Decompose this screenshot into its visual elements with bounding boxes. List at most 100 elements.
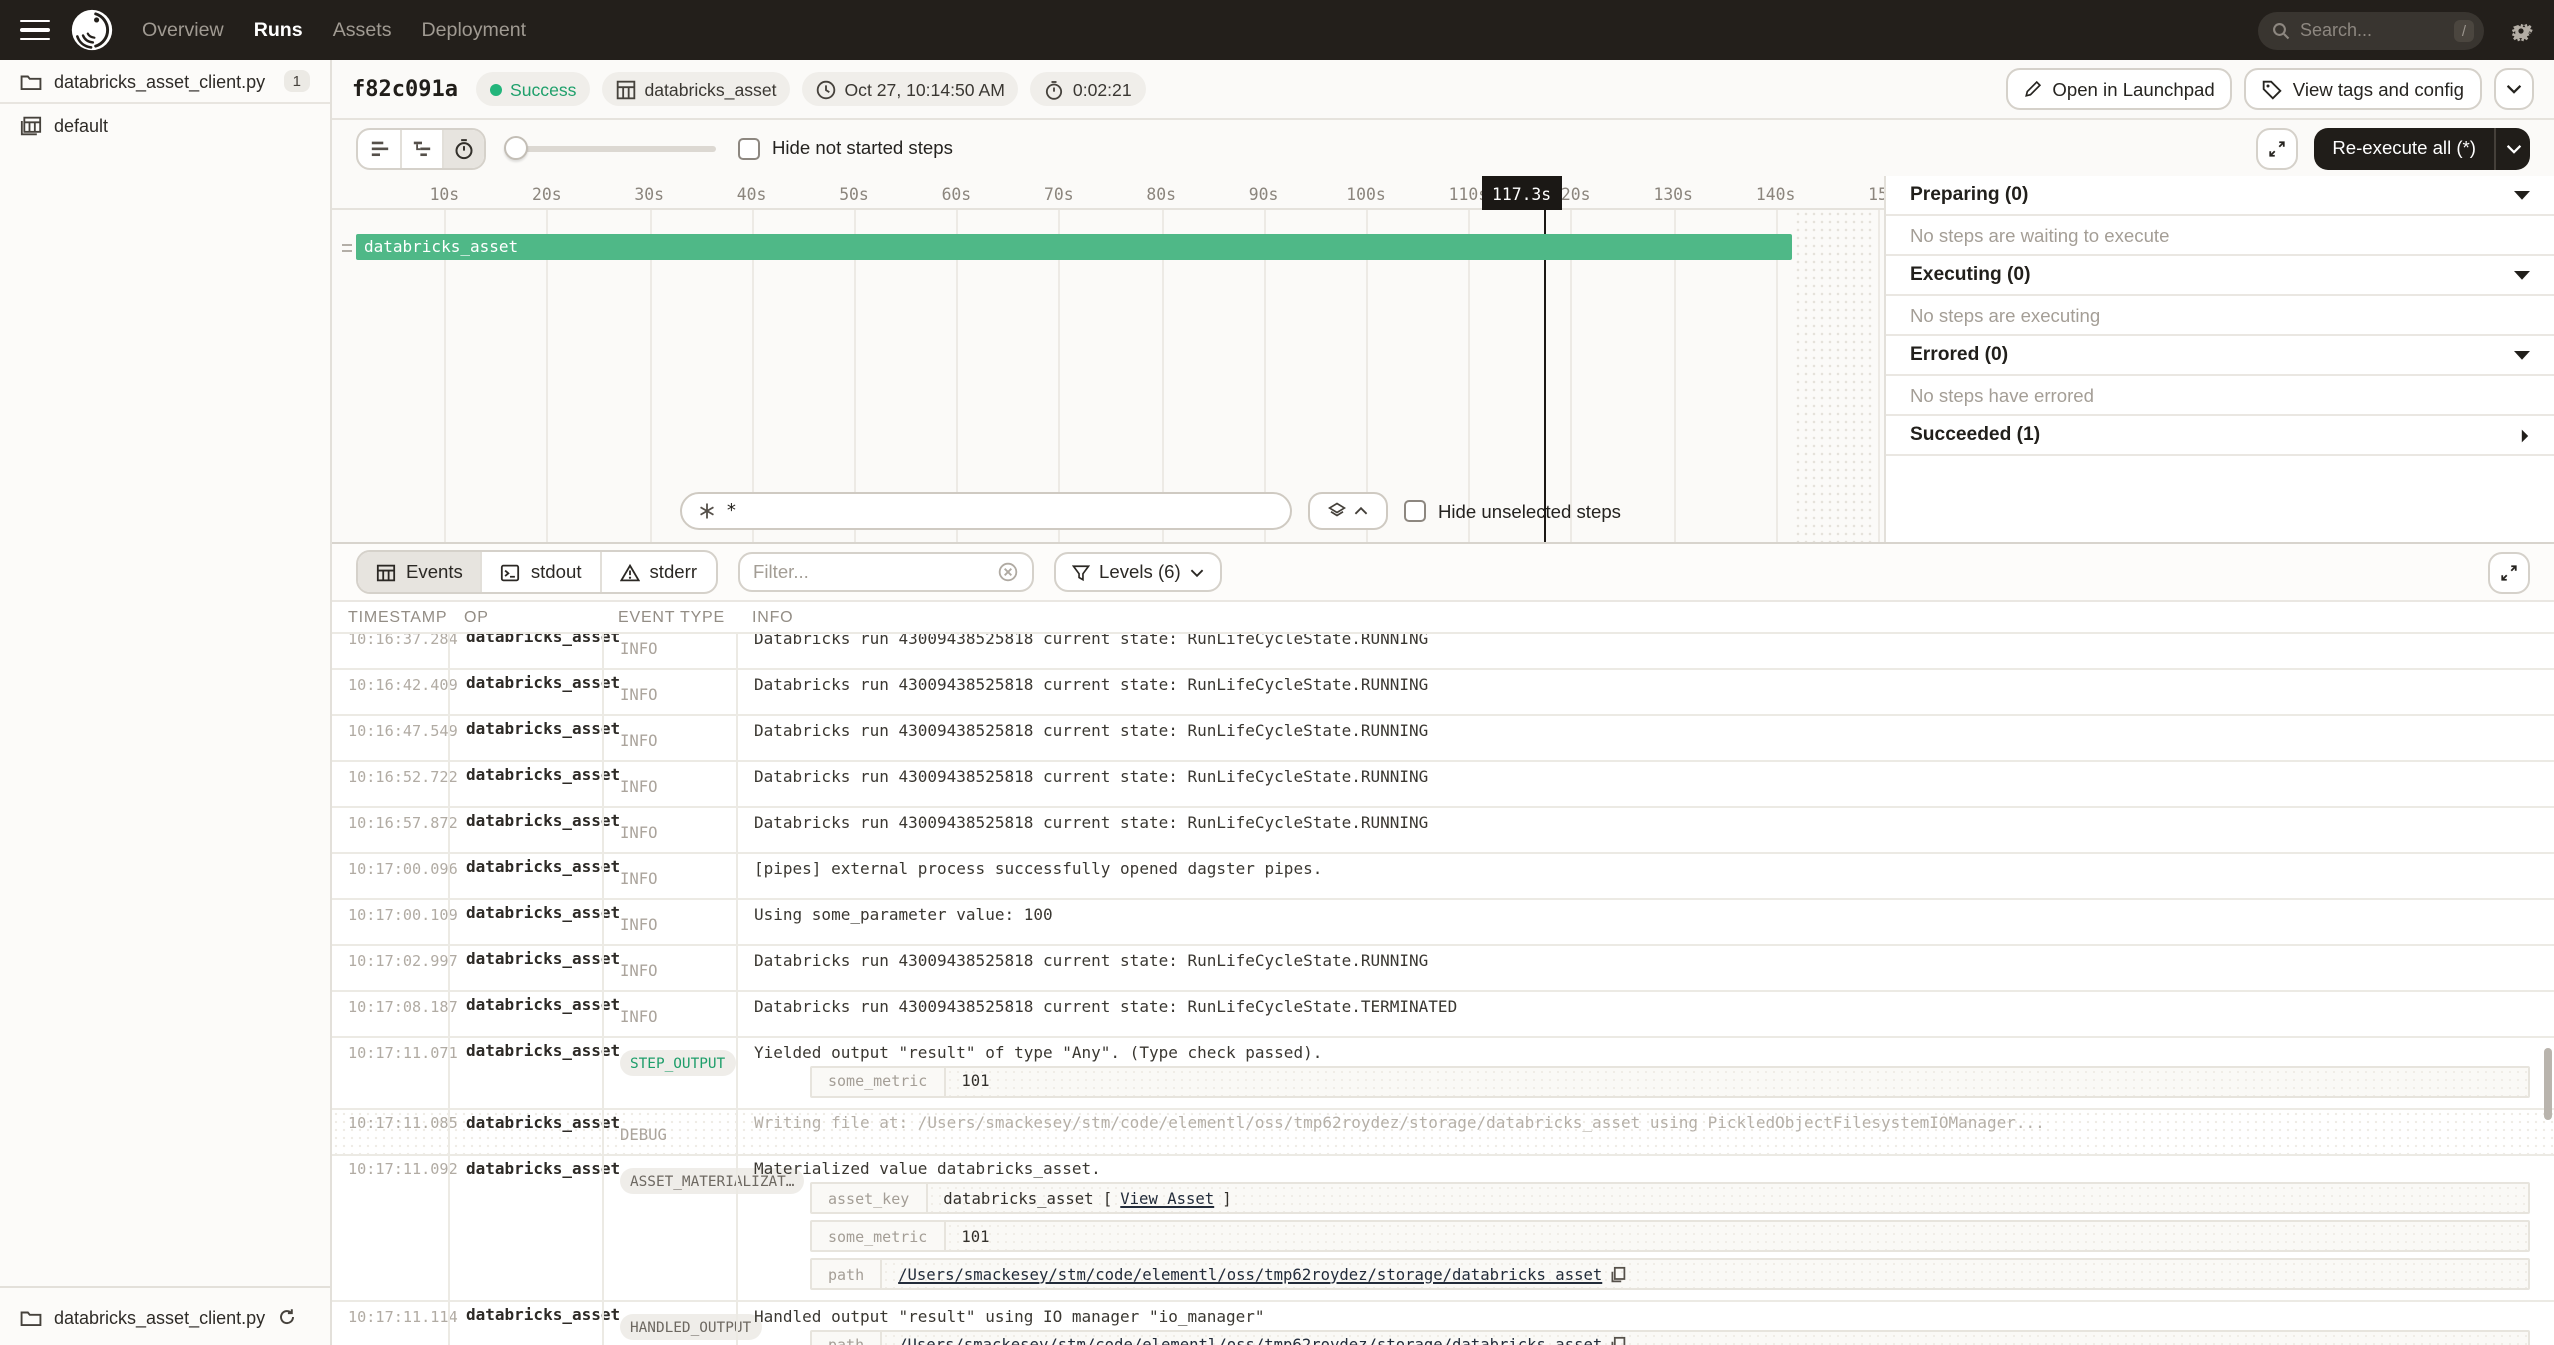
log-timestamp: 10:17:02.997 <box>332 946 448 990</box>
metadata-entry: some_metric101 <box>810 1065 2530 1097</box>
selector-options-button[interactable] <box>1308 492 1388 530</box>
event-type-text: INFO <box>620 822 658 842</box>
logs-fullscreen-button[interactable] <box>2488 551 2530 593</box>
reexecute-all-button[interactable]: Re-execute all (*) <box>2314 127 2530 169</box>
sidebar-item-default[interactable]: default <box>0 104 330 148</box>
settings-gear-icon[interactable] <box>2508 17 2534 43</box>
log-tab-stderr[interactable]: stderr <box>600 552 716 592</box>
view-asset-link[interactable]: View Asset <box>1120 1189 1214 1207</box>
open-in-launchpad-button[interactable]: Open in Launchpad <box>2006 68 2232 110</box>
dagster-logo-icon <box>70 8 114 52</box>
log-scrollbar-thumb[interactable] <box>2544 1048 2552 1120</box>
gantt-fullscreen-button[interactable] <box>2256 127 2298 169</box>
event-type-text: INFO <box>620 914 658 934</box>
log-row[interactable]: 10:17:00.096databricks_assetINFO[pipes] … <box>332 854 2554 900</box>
hide-not-started-checkbox[interactable] <box>738 137 760 159</box>
log-event-type: INFO <box>602 634 736 668</box>
log-op: databricks_asset <box>448 992 602 1036</box>
gantt-step-bar[interactable]: databricks_asset <box>356 234 1792 260</box>
log-info: [pipes] external process successfully op… <box>736 854 2554 898</box>
log-panel: Eventsstdoutstderr Filter... Levels (6) … <box>332 542 2554 1345</box>
waterfall-view-button[interactable] <box>400 129 442 167</box>
log-op: databricks_asset <box>448 1155 602 1300</box>
hide-not-started-control: Hide not started steps <box>738 137 953 159</box>
path-link[interactable]: /Users/smackesey/stm/code/elementl/oss/t… <box>898 1265 1602 1283</box>
chevron-down-icon <box>2514 190 2530 200</box>
sidebar-footer: databricks_asset_client.py <box>0 1286 330 1345</box>
log-row[interactable]: 10:16:57.872databricks_assetINFODatabric… <box>332 808 2554 854</box>
nav-item-deployment[interactable]: Deployment <box>422 19 527 41</box>
axis-tick: 60s <box>942 184 972 204</box>
op-selector-icon <box>698 502 716 520</box>
log-op: databricks_asset <box>448 1038 602 1107</box>
layers-icon <box>1328 502 1346 520</box>
nav-item-overview[interactable]: Overview <box>142 19 224 41</box>
menu-icon[interactable] <box>20 19 50 41</box>
log-timestamp: 10:17:11.114 <box>332 1302 448 1345</box>
log-timestamp: 10:16:47.549 <box>332 716 448 760</box>
axis-tick: 10s <box>430 184 460 204</box>
run-id: f82c091a <box>352 76 458 102</box>
gantt-bar-handle[interactable] <box>342 234 352 260</box>
timed-view-button[interactable] <box>442 129 484 167</box>
nav-item-runs[interactable]: Runs <box>254 19 303 41</box>
run-more-actions-button[interactable] <box>2494 68 2534 110</box>
sidebar: databricks_asset_client.py1default datab… <box>0 60 332 1345</box>
log-row[interactable]: 10:16:37.284databricks_assetINFODatabric… <box>332 634 2554 670</box>
status-section-preparing[interactable]: Preparing (0) <box>1886 176 2554 216</box>
log-row[interactable]: 10:17:11.085databricks_assetDEBUGWriting… <box>332 1109 2554 1155</box>
zoom-slider[interactable] <box>508 145 716 151</box>
clear-filter-icon[interactable] <box>997 562 1017 582</box>
copy-icon[interactable] <box>1610 1265 1626 1283</box>
step-selector-value: * <box>726 501 737 521</box>
nav-item-assets[interactable]: Assets <box>333 19 392 41</box>
log-event-type: INFO <box>602 854 736 898</box>
log-filter-input[interactable]: Filter... <box>737 552 1033 592</box>
zoom-slider-knob[interactable] <box>504 135 528 159</box>
log-op: databricks_asset <box>448 716 602 760</box>
view-tags-config-button[interactable]: View tags and config <box>2245 68 2482 110</box>
log-row[interactable]: 10:17:11.092databricks_assetASSET_MATERI… <box>332 1155 2554 1302</box>
log-row[interactable]: 10:17:02.997databricks_assetINFODatabric… <box>332 946 2554 992</box>
refresh-icon[interactable] <box>277 1308 295 1326</box>
flat-view-button[interactable] <box>358 129 400 167</box>
log-timestamp: 10:16:37.284 <box>332 634 448 668</box>
log-info: Databricks run 43009438525818 current st… <box>736 634 2554 668</box>
chevron-down-icon <box>2514 350 2530 360</box>
status-section-executing[interactable]: Executing (0) <box>1886 256 2554 296</box>
log-row[interactable]: 10:16:47.549databricks_assetINFODatabric… <box>332 716 2554 762</box>
sidebar-item-databricks_asset_client-py[interactable]: databricks_asset_client.py1 <box>0 60 330 104</box>
job-tag[interactable]: databricks_asset <box>602 72 790 106</box>
levels-dropdown[interactable]: Levels (6) <box>1053 552 1223 592</box>
search-input[interactable]: Search... / <box>2258 11 2484 49</box>
log-row[interactable]: 10:16:42.409databricks_assetINFODatabric… <box>332 670 2554 716</box>
copy-icon[interactable] <box>1610 1336 1626 1345</box>
step-selector-input[interactable]: * <box>680 492 1292 530</box>
path-link[interactable]: /Users/smackesey/stm/code/elementl/oss/t… <box>898 1336 1602 1345</box>
status-section-title: Preparing (0) <box>1910 184 2028 206</box>
log-op: databricks_asset <box>448 946 602 990</box>
log-row[interactable]: 10:17:00.109databricks_assetINFOUsing so… <box>332 900 2554 946</box>
chevron-down-icon <box>2505 143 2521 153</box>
run-header: f82c091a Success databricks_asset Oct 27… <box>332 60 2554 120</box>
axis-tick: 90s <box>1249 184 1279 204</box>
log-timestamp: 10:16:52.722 <box>332 762 448 806</box>
log-info: Databricks run 43009438525818 current st… <box>736 808 2554 852</box>
log-tab-stdout[interactable]: stdout <box>481 552 600 592</box>
terminal-icon <box>501 563 521 581</box>
log-row[interactable]: 10:16:52.722databricks_assetINFODatabric… <box>332 762 2554 808</box>
metadata-key: path <box>812 1331 882 1345</box>
log-info-text: Databricks run 43009438525818 current st… <box>754 767 1428 785</box>
status-section-errored[interactable]: Errored (0) <box>1886 336 2554 376</box>
expand-icon <box>2268 139 2286 157</box>
hide-unselected-checkbox[interactable] <box>1404 500 1426 522</box>
log-tab-events[interactable]: Events <box>358 552 481 592</box>
log-row[interactable]: 10:17:08.187databricks_assetINFODatabric… <box>332 992 2554 1038</box>
status-section-succeeded[interactable]: Succeeded (1) <box>1886 416 2554 456</box>
reexecute-options-button[interactable] <box>2496 127 2530 169</box>
gantt-overflow-texture <box>1794 210 1874 542</box>
duration-tag: 0:02:21 <box>1031 72 1146 106</box>
gantt-chart: 10s20s30s40s50s60s70s80s90s100s110s120s1… <box>332 176 1886 542</box>
log-row[interactable]: 10:17:11.114databricks_assetHANDLED_OUTP… <box>332 1302 2554 1345</box>
log-row[interactable]: 10:17:11.071databricks_assetSTEP_OUTPUTY… <box>332 1038 2554 1109</box>
